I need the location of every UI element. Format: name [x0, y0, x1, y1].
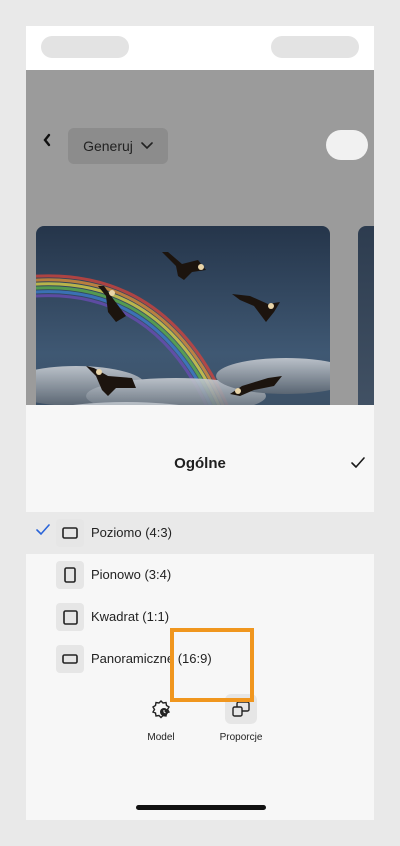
aspect-ratio-tool-label: Proporcje — [219, 732, 263, 743]
widescreen-icon — [56, 645, 84, 673]
status-bar — [26, 26, 374, 70]
header-toggle-placeholder[interactable] — [326, 130, 368, 160]
option-label: Poziomo (4:3) — [91, 525, 172, 540]
sheet-title: Ogólne — [174, 455, 226, 472]
model-tool[interactable]: Model — [131, 694, 191, 754]
portrait-icon — [56, 561, 84, 589]
bottom-toolbar: Model Proporcje — [26, 694, 374, 754]
option-landscape[interactable]: Poziomo (4:3) — [26, 512, 374, 554]
dimmed-app-background: Generuj — [26, 70, 374, 457]
aspect-ratio-tool[interactable]: Proporcje — [211, 694, 271, 754]
selected-check-icon — [36, 524, 50, 536]
option-portrait[interactable]: Pionowo (3:4) — [26, 554, 374, 596]
highlight-frame — [170, 628, 254, 702]
option-label: Pionowo (3:4) — [91, 567, 172, 582]
chevron-down-icon — [141, 142, 153, 150]
model-tool-label: Model — [147, 732, 175, 743]
option-label: Kwadrat (1:1) — [91, 609, 170, 624]
generate-dropdown-label: Generuj — [83, 138, 133, 154]
generate-dropdown[interactable]: Generuj — [68, 128, 168, 164]
checkmark-icon[interactable] — [350, 455, 366, 471]
back-button[interactable] — [42, 132, 56, 152]
aspect-ratio-sheet: Ogólne Poziomo (4:3) Pionowo (3:4) Kwadr… — [26, 405, 374, 820]
square-icon — [56, 603, 84, 631]
status-bar-right-placeholder — [271, 36, 359, 58]
status-bar-left-placeholder — [41, 36, 129, 58]
landscape-icon — [56, 519, 84, 547]
home-indicator[interactable] — [136, 805, 266, 810]
chevron-left-icon — [43, 133, 51, 147]
